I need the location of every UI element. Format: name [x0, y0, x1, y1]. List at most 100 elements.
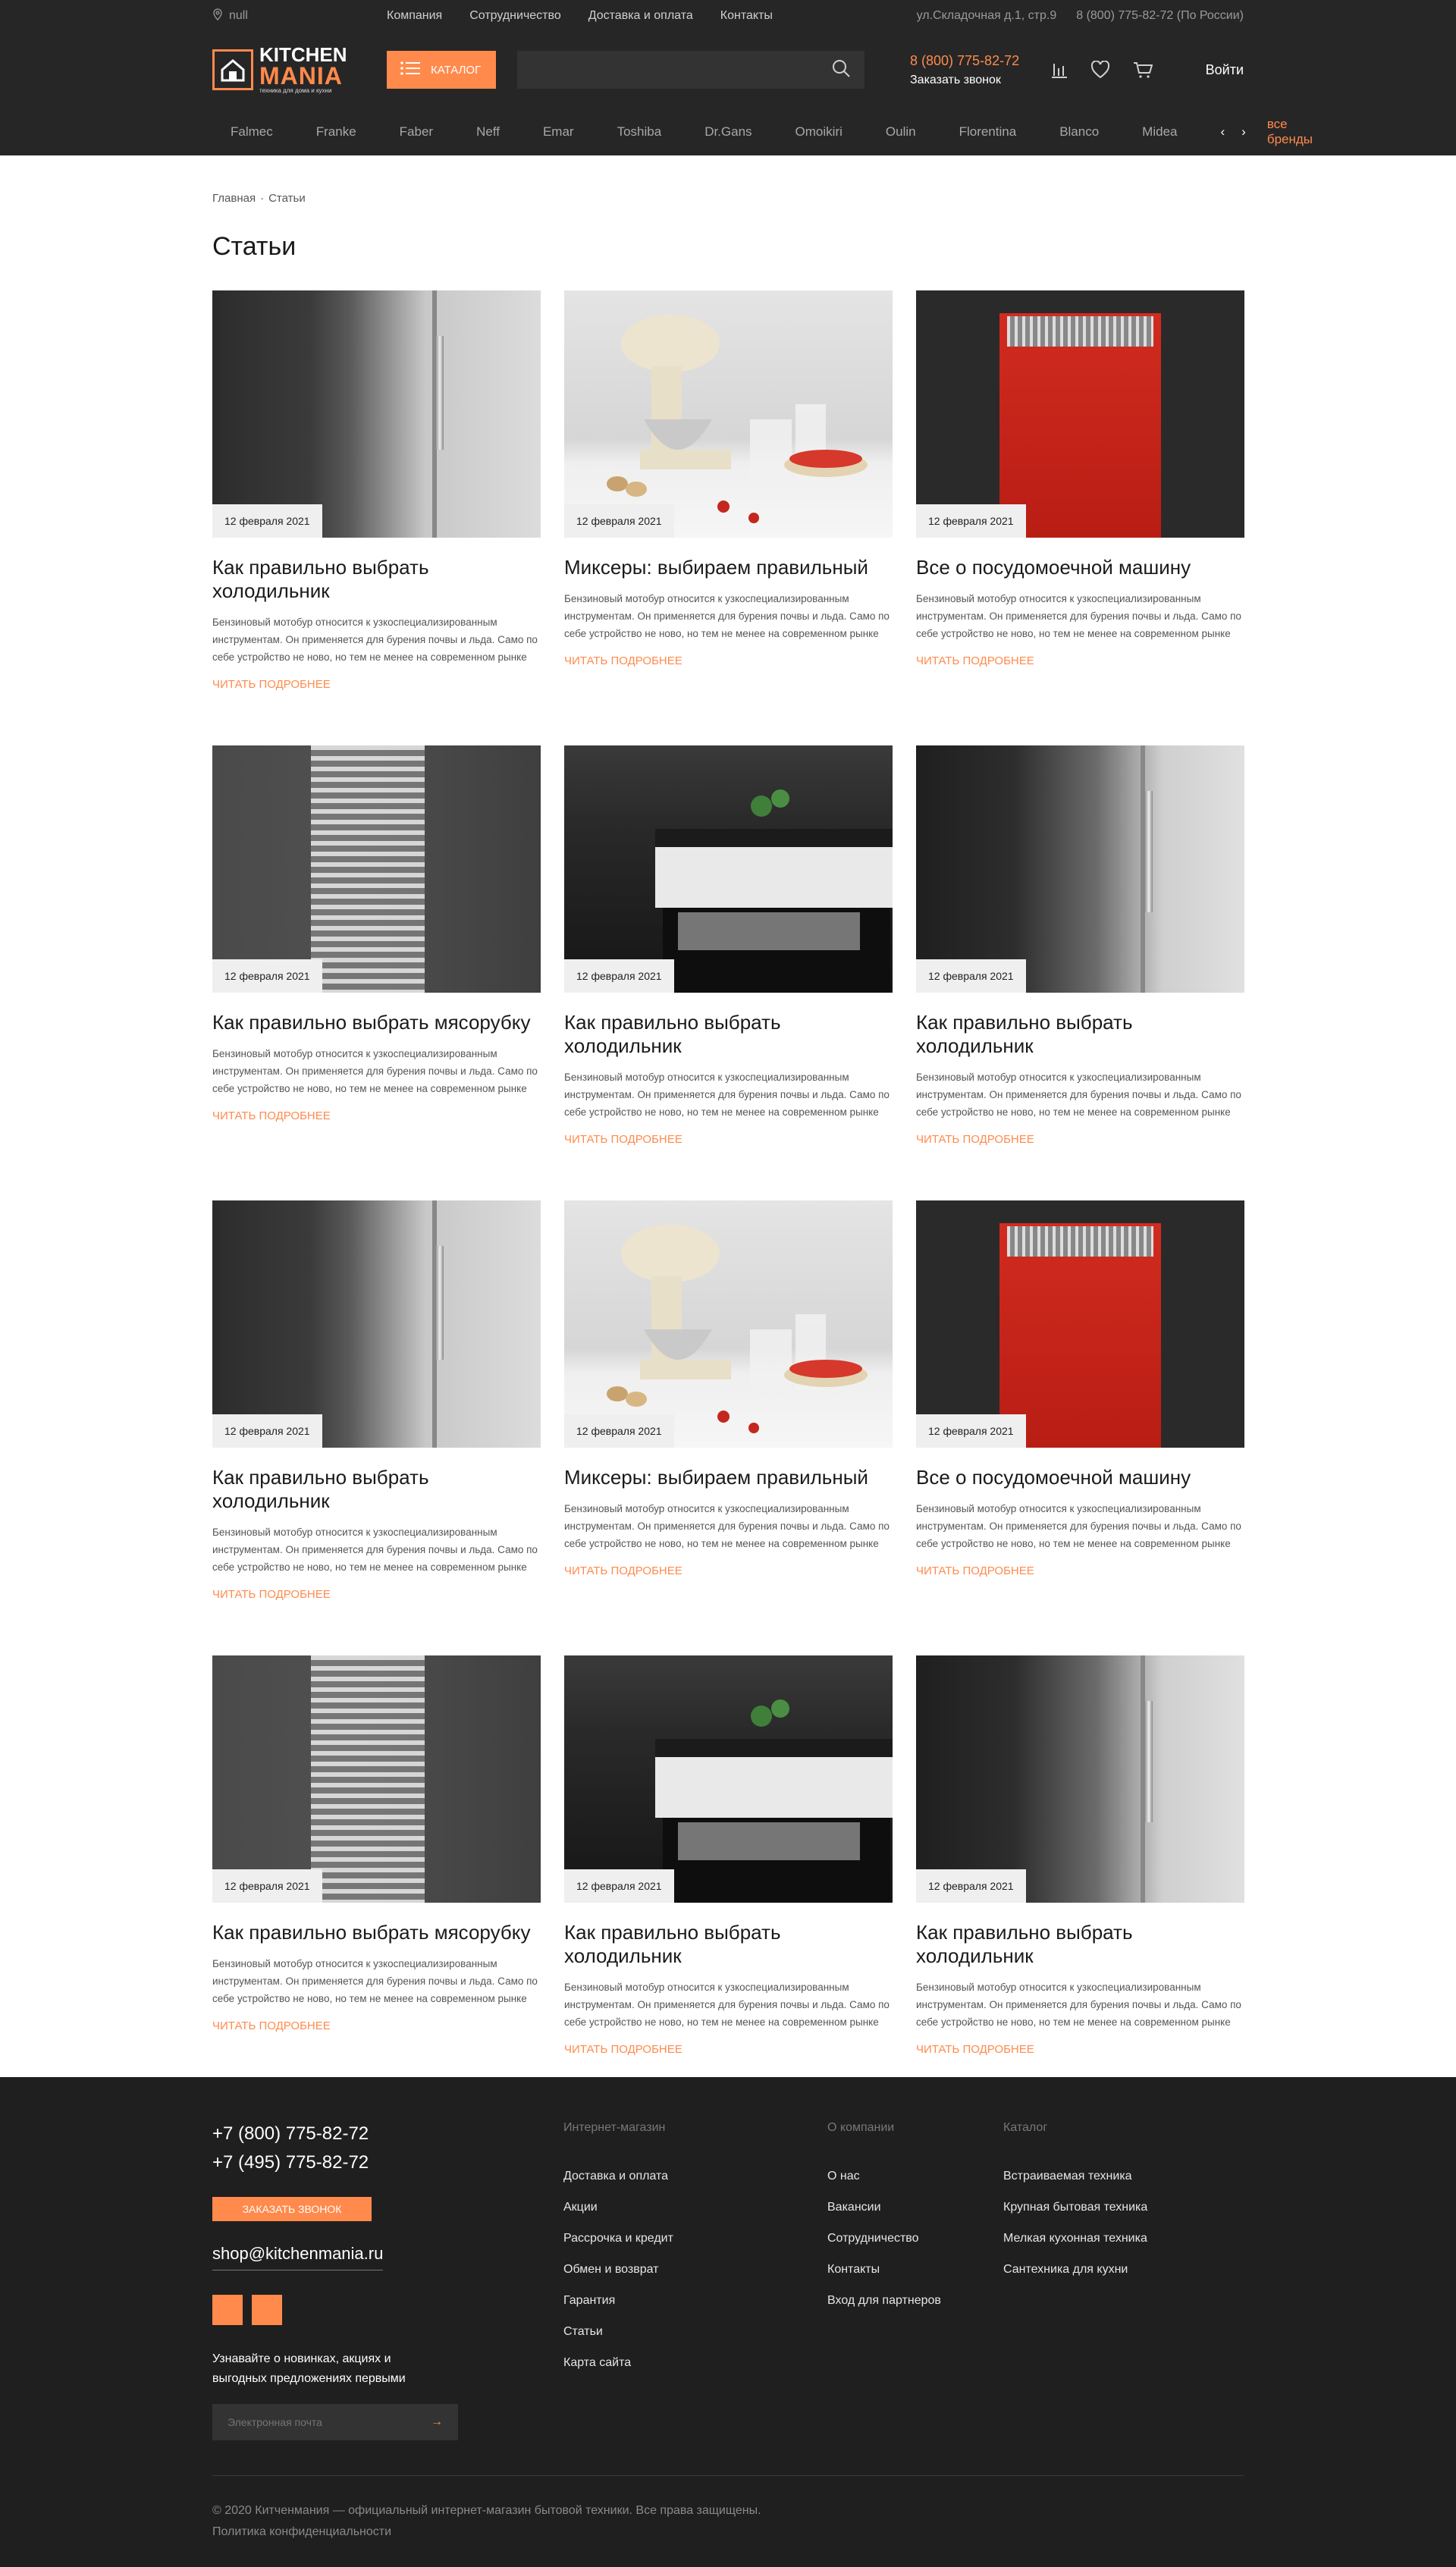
article-card[interactable]: 12 февраля 2021 Как правильно выбрать мяс… — [212, 1655, 541, 2056]
article-image[interactable]: 12 февраля 2021 — [564, 1200, 893, 1448]
article-card[interactable]: 12 февраля 2021 Миксеры: выбираем правиль… — [564, 1200, 893, 1601]
callback-link[interactable]: Заказать звонок — [910, 74, 1019, 87]
footer-link[interactable]: Статьи — [563, 2325, 827, 2339]
footer-link[interactable]: Обмен и возврат — [563, 2263, 827, 2277]
read-more-link[interactable]: ЧИТАТЬ ПОДРОБНЕЕ — [564, 2043, 893, 2056]
subscribe-arrow-icon[interactable]: → — [431, 2415, 443, 2429]
read-more-link[interactable]: ЧИТАТЬ ПОДРОБНЕЕ — [212, 1588, 541, 1601]
heart-icon[interactable] — [1090, 61, 1110, 79]
article-title[interactable]: Как правильно выбрать холодильник — [916, 1921, 1244, 1968]
footer-link[interactable]: Крупная бытовая техника — [1003, 2201, 1231, 2214]
top-nav-partnership[interactable]: Сотрудничество — [469, 9, 561, 23]
brand-item[interactable]: Emar — [543, 124, 574, 140]
brand-item[interactable]: Florentina — [959, 124, 1017, 140]
article-card[interactable]: 12 февраля 2021 Как правильно выбрать хол… — [916, 1655, 1244, 2056]
read-more-link[interactable]: ЧИТАТЬ ПОДРОБНЕЕ — [916, 1133, 1244, 1146]
brand-item[interactable]: Blanco — [1059, 124, 1099, 140]
article-title[interactable]: Как правильно выбрать холодильник — [212, 556, 541, 603]
search-icon[interactable] — [831, 58, 851, 82]
footer-email[interactable]: shop@kitchenmania.ru — [212, 2244, 384, 2270]
brand-item[interactable]: Omoikiri — [795, 124, 843, 140]
top-nav-delivery[interactable]: Доставка и оплата — [588, 9, 693, 23]
article-image[interactable]: 12 февраля 2021 — [212, 290, 541, 538]
footer-link[interactable]: О нас — [827, 2170, 1003, 2183]
article-title[interactable]: Как правильно выбрать холодильник — [564, 1921, 893, 1968]
article-card[interactable]: 12 февраля 2021 Миксеры: выбираем правиль… — [564, 290, 893, 691]
read-more-link[interactable]: ЧИТАТЬ ПОДРОБНЕЕ — [212, 1109, 541, 1122]
brands-next-icon[interactable]: › — [1241, 124, 1246, 140]
article-image[interactable]: 12 февраля 2021 — [916, 1200, 1244, 1448]
top-nav-company[interactable]: Компания — [387, 9, 442, 23]
article-image[interactable]: 12 февраля 2021 — [916, 1655, 1244, 1903]
brand-item[interactable]: Toshiba — [617, 124, 662, 140]
privacy-link[interactable]: Политика конфиденциальности — [212, 2521, 1244, 2543]
read-more-link[interactable]: ЧИТАТЬ ПОДРОБНЕЕ — [916, 654, 1244, 667]
article-card[interactable]: 12 февраля 2021 Все о посудомоечной машин… — [916, 1200, 1244, 1601]
footer-link[interactable]: Доставка и оплата — [563, 2170, 827, 2183]
brand-item[interactable]: Franke — [316, 124, 356, 140]
article-title[interactable]: Миксеры: выбираем правильный — [564, 1466, 893, 1489]
read-more-link[interactable]: ЧИТАТЬ ПОДРОБНЕЕ — [564, 1564, 893, 1577]
footer-link[interactable]: Контакты — [827, 2263, 1003, 2277]
article-title[interactable]: Миксеры: выбираем правильный — [564, 556, 893, 579]
article-title[interactable]: Как правильно выбрать мясорубку — [212, 1921, 541, 1944]
footer-phone-2[interactable]: +7 (495) 775-82-72 — [212, 2148, 563, 2177]
article-title[interactable]: Все о посудомоечной машину — [916, 556, 1244, 579]
footer-link[interactable]: Гарантия — [563, 2294, 827, 2308]
article-card[interactable]: 12 февраля 2021 Как правильно выбрать хол… — [212, 290, 541, 691]
article-title[interactable]: Как правильно выбрать холодильник — [916, 1011, 1244, 1058]
article-image[interactable]: 12 февраля 2021 — [212, 745, 541, 993]
footer-link[interactable]: Акции — [563, 2201, 827, 2214]
all-brands-link[interactable]: все бренды — [1267, 117, 1313, 147]
read-more-link[interactable]: ЧИТАТЬ ПОДРОБНЕЕ — [564, 654, 893, 667]
read-more-link[interactable]: ЧИТАТЬ ПОДРОБНЕЕ — [212, 678, 541, 691]
logo[interactable]: KITCHEN MANIA техника для дома и кухни — [212, 45, 387, 95]
top-phone[interactable]: 8 (800) 775-82-72 (По России) — [1076, 9, 1244, 23]
footer-link[interactable]: Сантехника для кухни — [1003, 2263, 1231, 2277]
search-input[interactable] — [517, 63, 831, 77]
article-image[interactable]: 12 февраля 2021 — [564, 745, 893, 993]
brands-prev-icon[interactable]: ‹ — [1220, 124, 1225, 140]
subscribe-email-input[interactable] — [228, 2416, 431, 2428]
footer-link[interactable]: Вход для партнеров — [827, 2294, 1003, 2308]
header-phone[interactable]: 8 (800) 775-82-72 — [910, 53, 1019, 69]
social-icon[interactable] — [252, 2295, 282, 2325]
article-image[interactable]: 12 февраля 2021 — [564, 1655, 893, 1903]
article-card[interactable]: 12 февраля 2021 Как правильно выбрать хол… — [916, 745, 1244, 1146]
footer-link[interactable]: Встраиваемая техника — [1003, 2170, 1231, 2183]
login-link[interactable]: Войти — [1206, 62, 1244, 78]
article-image[interactable]: 12 февраля 2021 — [916, 290, 1244, 538]
brand-item[interactable]: Faber — [400, 124, 433, 140]
article-card[interactable]: 12 февраля 2021 Как правильно выбрать хол… — [564, 1655, 893, 2056]
read-more-link[interactable]: ЧИТАТЬ ПОДРОБНЕЕ — [212, 2019, 541, 2032]
footer-link[interactable]: Карта сайта — [563, 2356, 827, 2370]
article-title[interactable]: Как правильно выбрать мясорубку — [212, 1011, 541, 1034]
read-more-link[interactable]: ЧИТАТЬ ПОДРОБНЕЕ — [916, 1564, 1244, 1577]
catalog-button[interactable]: КАТАЛОГ — [387, 51, 496, 89]
footer-phone-1[interactable]: +7 (800) 775-82-72 — [212, 2120, 563, 2148]
article-title[interactable]: Все о посудомоечной машину — [916, 1466, 1244, 1489]
brand-item[interactable]: Falmec — [231, 124, 273, 140]
footer-link[interactable]: Мелкая кухонная техника — [1003, 2232, 1231, 2245]
article-image[interactable]: 12 февраля 2021 — [564, 290, 893, 538]
brand-item[interactable]: Neff — [476, 124, 500, 140]
article-card[interactable]: 12 февраля 2021 Все о посудомоечной машин… — [916, 290, 1244, 691]
brand-item[interactable]: Oulin — [886, 124, 916, 140]
brand-item[interactable]: Dr.Gans — [704, 124, 752, 140]
article-card[interactable]: 12 февраля 2021 Как правильно выбрать хол… — [212, 1200, 541, 1601]
top-nav-contacts[interactable]: Контакты — [720, 9, 773, 23]
article-card[interactable]: 12 февраля 2021 Как правильно выбрать хол… — [564, 745, 893, 1146]
footer-link[interactable]: Вакансии — [827, 2201, 1003, 2214]
compare-icon[interactable] — [1050, 61, 1068, 79]
article-card[interactable]: 12 февраля 2021 Как правильно выбрать мяс… — [212, 745, 541, 1146]
social-icon[interactable] — [212, 2295, 243, 2325]
article-image[interactable]: 12 февраля 2021 — [212, 1200, 541, 1448]
article-title[interactable]: Как правильно выбрать холодильник — [564, 1011, 893, 1058]
read-more-link[interactable]: ЧИТАТЬ ПОДРОБНЕЕ — [564, 1133, 893, 1146]
article-title[interactable]: Как правильно выбрать холодильник — [212, 1466, 541, 1513]
article-image[interactable]: 12 февраля 2021 — [212, 1655, 541, 1903]
breadcrumb-home[interactable]: Главная — [212, 192, 256, 205]
article-image[interactable]: 12 февраля 2021 — [916, 745, 1244, 993]
footer-link[interactable]: Сотрудничество — [827, 2232, 1003, 2245]
cart-icon[interactable] — [1133, 61, 1153, 79]
